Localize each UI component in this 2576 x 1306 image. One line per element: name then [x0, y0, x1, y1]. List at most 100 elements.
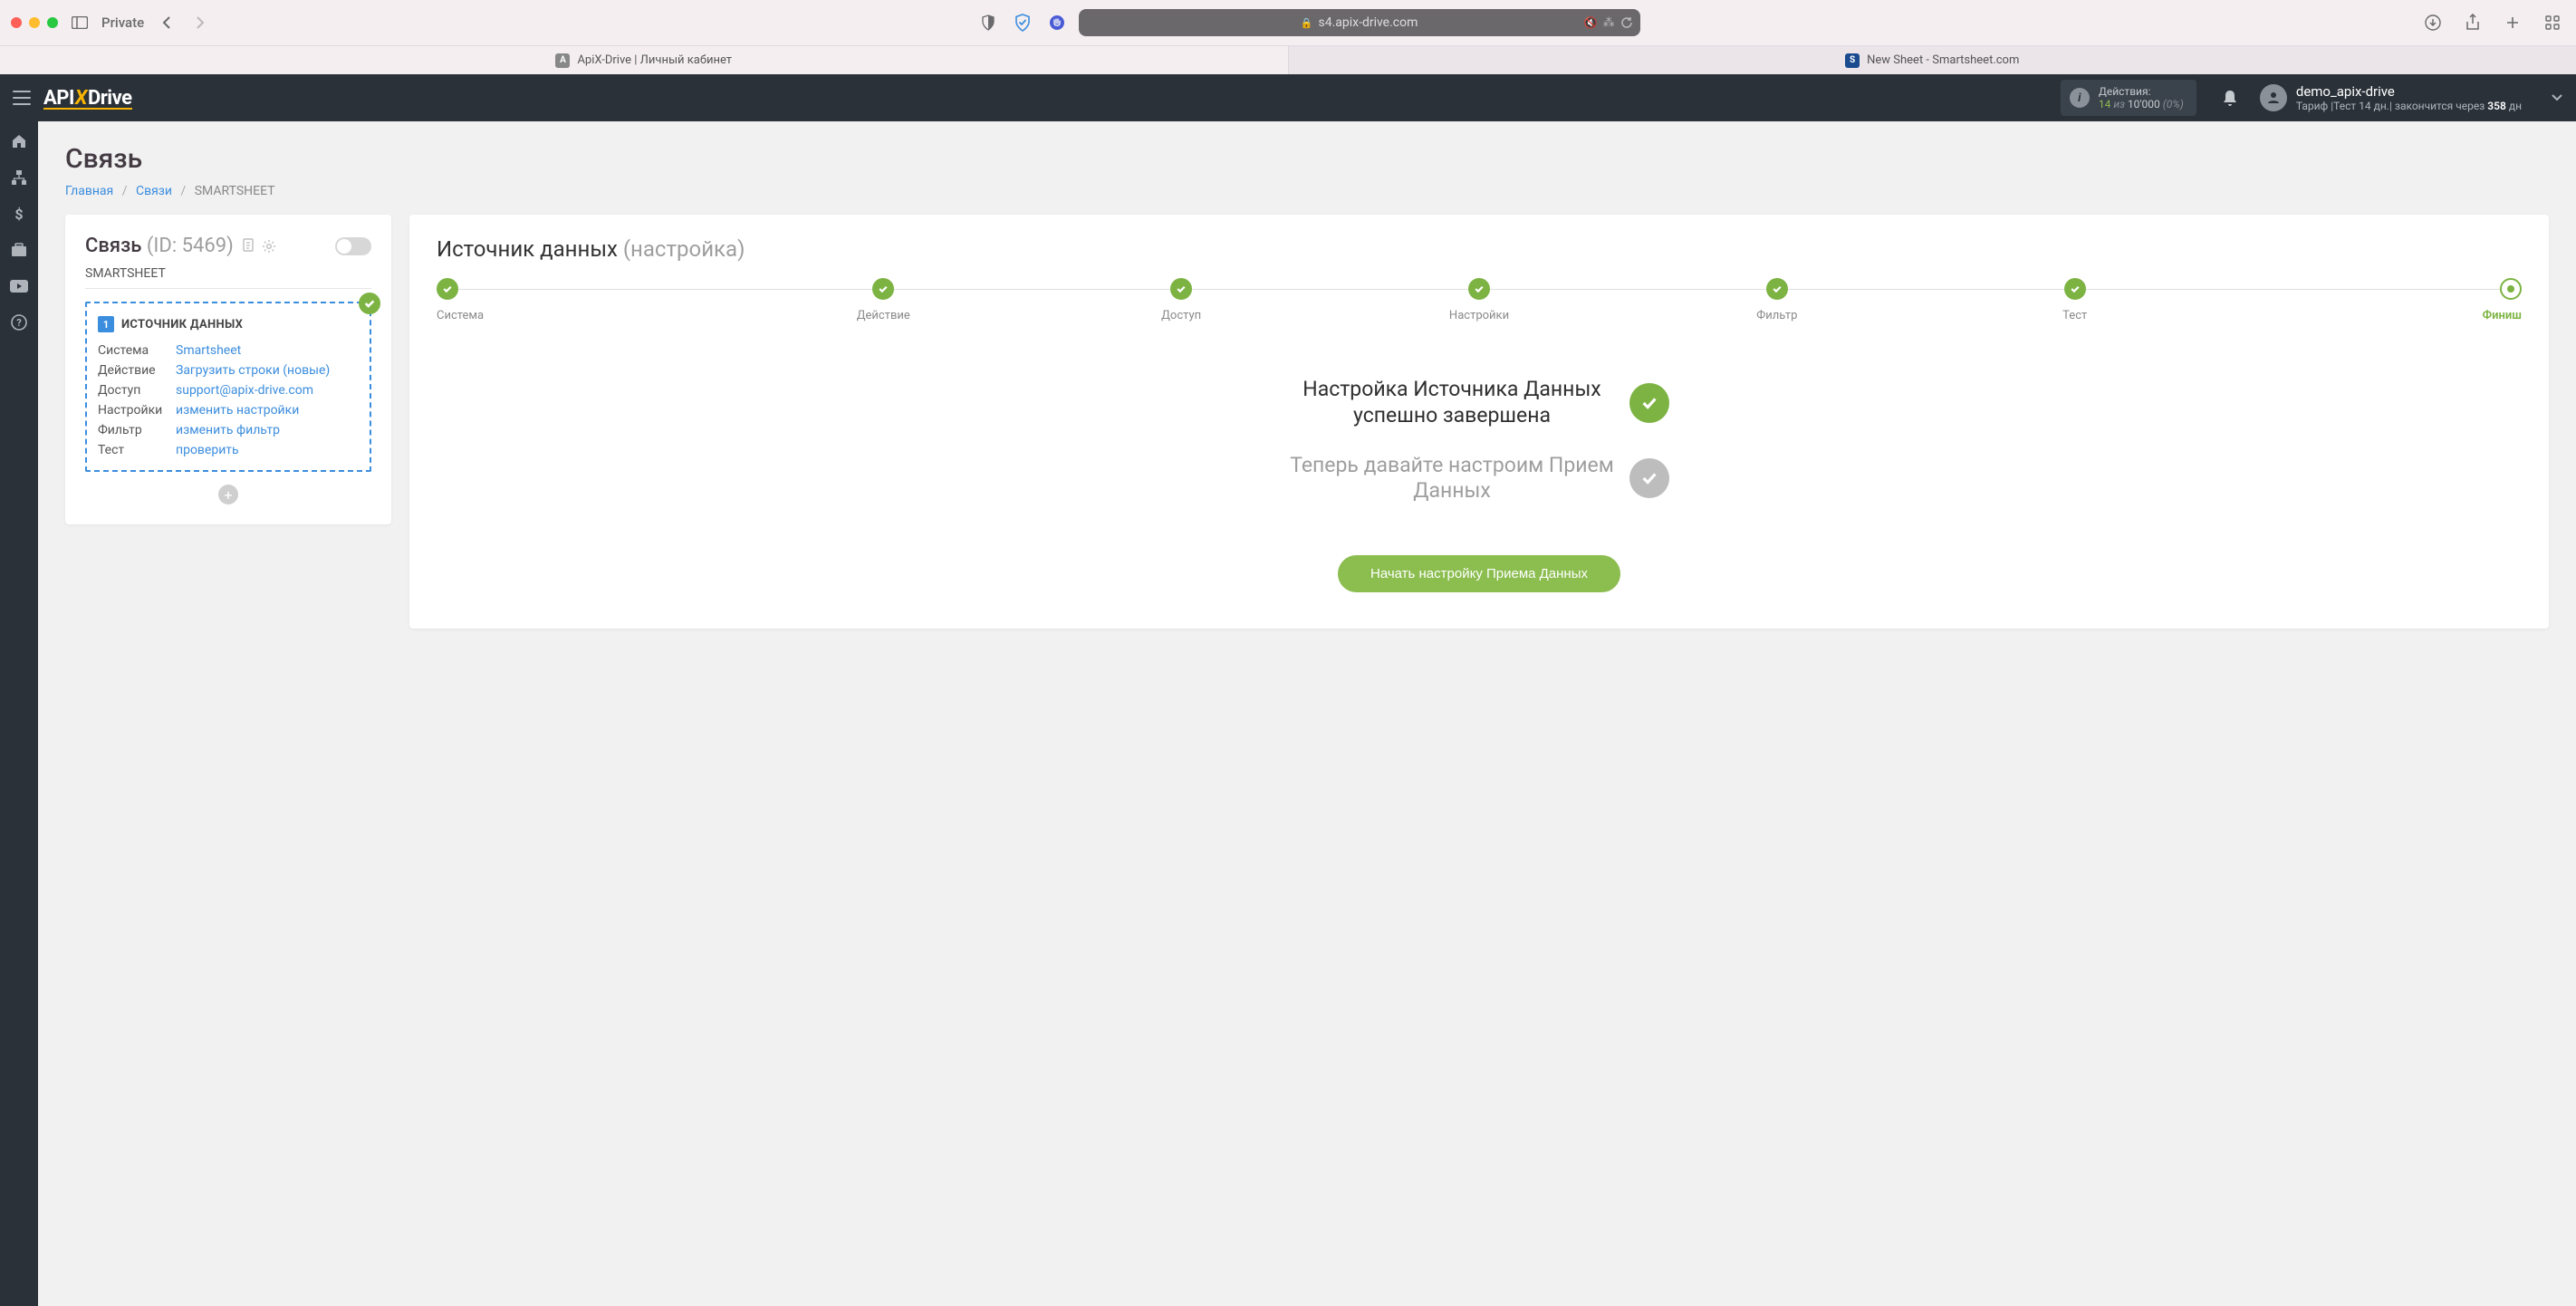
breadcrumb: Главная / Связи / SMARTSHEET: [65, 184, 2549, 198]
finish-next-text: Теперь давайте настроим Прием Данных: [1289, 453, 1615, 505]
connection-title: Связь (ID: 5469): [85, 235, 234, 257]
notifications-bell-icon[interactable]: [2222, 89, 2238, 107]
share-icon[interactable]: [2460, 10, 2485, 35]
tab-overview-icon[interactable]: [2540, 10, 2565, 35]
gear-icon[interactable]: [262, 239, 276, 254]
copy-icon[interactable]: [241, 238, 255, 254]
step-done-icon: [437, 278, 458, 300]
source-row-value-link[interactable]: support@apix-drive.com: [176, 383, 359, 398]
source-title: ИСТОЧНИК ДАННЫХ: [121, 318, 243, 331]
shield-check-icon[interactable]: [1010, 10, 1035, 35]
wizard-step-действие[interactable]: Действие: [735, 278, 1033, 322]
sidebar-nav: $ ?: [0, 121, 38, 1306]
finish-success-row: Настройка Источника Данных успешно завер…: [1289, 377, 1669, 429]
nav-billing-icon[interactable]: $: [10, 205, 28, 223]
translate-icon[interactable]: ⁂: [1603, 16, 1615, 30]
wizard-step-фильтр[interactable]: Фильтр: [1628, 278, 1926, 322]
address-bar-actions: 🔇 ⁂: [1584, 16, 1633, 30]
nav-forward-button[interactable]: [187, 10, 213, 35]
step-label: Фильтр: [1756, 309, 1797, 322]
wizard-step-система[interactable]: Система: [437, 278, 735, 322]
connection-id: (ID: 5469): [147, 235, 234, 257]
source-row-value-link[interactable]: Загрузить строки (новые): [176, 363, 359, 378]
minimize-window-icon[interactable]: [29, 17, 40, 28]
step-label: Тест: [2062, 309, 2087, 322]
mute-icon[interactable]: 🔇: [1584, 16, 1598, 29]
actions-usage-pill[interactable]: i Действия: 14 из 10'000 (0%): [2061, 80, 2196, 117]
connection-enable-toggle[interactable]: [335, 237, 371, 255]
source-row-key: Доступ: [98, 383, 176, 398]
nav-briefcase-icon[interactable]: [10, 241, 28, 259]
source-row-value-link[interactable]: изменить фильтр: [176, 423, 359, 437]
private-mode-label: Private: [101, 14, 144, 31]
new-tab-icon[interactable]: [2500, 10, 2525, 35]
source-row-value-link[interactable]: проверить: [176, 443, 359, 457]
maximize-window-icon[interactable]: [47, 17, 58, 28]
user-name: demo_apix-drive: [2296, 83, 2522, 100]
svg-text:?: ?: [16, 317, 22, 329]
sidebar-toggle-icon[interactable]: [67, 10, 92, 35]
breadcrumb-connections[interactable]: Связи: [136, 184, 172, 198]
source-row-key: Действие: [98, 363, 176, 378]
step-label: Настройки: [1449, 309, 1509, 322]
wizard-title: Источник данных (настройка): [437, 236, 2522, 262]
step-label: Система: [437, 309, 484, 322]
step-current-icon: [2500, 278, 2522, 300]
breadcrumb-current: SMARTSHEET: [195, 184, 275, 198]
check-circle-gray-icon: [1629, 458, 1669, 498]
lock-icon: 🔒: [1301, 17, 1313, 29]
nav-connections-icon[interactable]: [10, 168, 28, 187]
favicon-smartsheet: S: [1845, 53, 1860, 68]
source-row-key: Настройки: [98, 403, 176, 418]
start-destination-setup-button[interactable]: Начать настройку Приема Данных: [1338, 555, 1620, 592]
favicon-apix: A: [555, 53, 570, 68]
shield-half-icon[interactable]: [976, 10, 1001, 35]
svg-text:$: $: [14, 206, 23, 222]
source-row-value-link[interactable]: Smartsheet: [176, 343, 359, 358]
step-done-icon: [872, 278, 894, 300]
breadcrumb-home[interactable]: Главная: [65, 184, 113, 198]
wizard-step-настройки[interactable]: Настройки: [1331, 278, 1629, 322]
step-done-icon: [1468, 278, 1490, 300]
address-bar[interactable]: 🔒 s4.apix-drive.com 🔇 ⁂: [1079, 9, 1640, 36]
apix-drive-logo[interactable]: APIXDrive: [43, 87, 132, 110]
browser-tab-strip: A ApiX-Drive | Личный кабинет S New Shee…: [0, 45, 2576, 74]
downloads-icon[interactable]: [2420, 10, 2446, 35]
source-number-badge: 1: [98, 316, 114, 332]
step-done-icon: [2064, 278, 2086, 300]
wizard-step-финиш[interactable]: Финиш: [2224, 278, 2522, 322]
source-row-key: Система: [98, 343, 176, 358]
nav-video-icon[interactable]: [10, 277, 28, 295]
connection-name: SMARTSHEET: [85, 266, 371, 289]
finish-next-row: Теперь давайте настроим Прием Данных: [1289, 453, 1669, 505]
chevron-down-icon[interactable]: [2551, 93, 2563, 102]
source-row-key: Фильтр: [98, 423, 176, 437]
browser-tab-apix[interactable]: A ApiX-Drive | Личный кабинет: [0, 45, 1288, 74]
browser-toolbar: Private 🔒 s4.apix-drive.com 🔇 ⁂: [0, 0, 2576, 45]
nav-help-icon[interactable]: ?: [10, 313, 28, 331]
setup-wizard-panel: Источник данных (настройка) Система Дейст…: [409, 215, 2549, 629]
source-row-value-link[interactable]: изменить настройки: [176, 403, 359, 418]
user-menu[interactable]: demo_apix-drive Тариф |Тест 14 дн.| зако…: [2260, 83, 2522, 112]
tab-label: New Sheet - Smartsheet.com: [1867, 53, 2019, 67]
step-label: Финиш: [2483, 309, 2522, 322]
tab-label: ApiX-Drive | Личный кабинет: [577, 53, 732, 67]
page-title: Связь: [65, 143, 2549, 175]
data-source-box[interactable]: 1 ИСТОЧНИК ДАННЫХ СистемаSmartsheetДейст…: [85, 302, 371, 472]
check-circle-icon: [1629, 383, 1669, 423]
close-window-icon[interactable]: [11, 17, 22, 28]
add-destination-button[interactable]: +: [218, 485, 238, 504]
avatar-icon: [2260, 84, 2287, 111]
wizard-step-доступ[interactable]: Доступ: [1033, 278, 1331, 322]
step-label: Доступ: [1161, 309, 1201, 322]
nav-home-icon[interactable]: [10, 132, 28, 150]
browser-tab-smartsheet[interactable]: S New Sheet - Smartsheet.com: [1288, 45, 2576, 74]
source-row-key: Тест: [98, 443, 176, 457]
wizard-step-тест[interactable]: Тест: [1926, 278, 2224, 322]
window-controls: [11, 17, 58, 28]
nav-back-button[interactable]: [153, 10, 178, 35]
menu-toggle-button[interactable]: [13, 91, 31, 105]
reload-icon[interactable]: [1620, 16, 1633, 29]
hand-icon[interactable]: [1044, 10, 1070, 35]
actions-label: Действия:: [2099, 85, 2184, 98]
